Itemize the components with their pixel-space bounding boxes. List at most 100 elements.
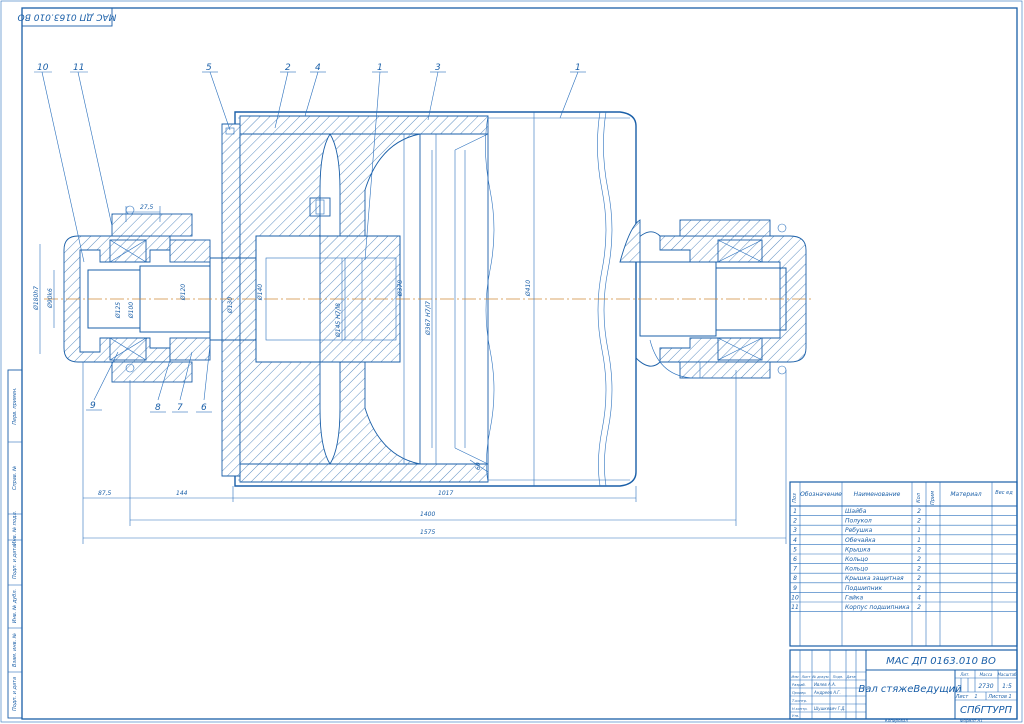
tb-name-checker: Андреев А.Г. bbox=[813, 690, 841, 695]
tb-header-scale: Масштаб bbox=[997, 672, 1017, 677]
dia-130: Ø130 bbox=[227, 297, 234, 314]
spec-row-pos: 2 bbox=[793, 518, 797, 525]
tb-scale: 1:5 bbox=[1002, 683, 1012, 690]
spec-header-weight: Вес ед bbox=[995, 490, 1013, 496]
spec-row-pos: 3 bbox=[793, 527, 797, 534]
dia-90: Ø90k6 bbox=[47, 288, 54, 309]
strip-label-1: Справ. № bbox=[12, 466, 18, 490]
tb-title: Вал стяжеВедущий bbox=[858, 684, 962, 695]
callout-5: 5 bbox=[206, 63, 212, 73]
tb-role-date: Дата bbox=[845, 675, 855, 679]
strip-label-0: Перв. примен. bbox=[12, 387, 18, 425]
strip-label-5: Подп. и дата bbox=[12, 677, 18, 711]
spec-row-name: Кольцо bbox=[845, 556, 868, 563]
dia-125: Ø125 bbox=[115, 302, 122, 319]
drawing-sheet: МАС ДП 0163.010 ВО Перв. примен. Справ. … bbox=[0, 0, 1024, 724]
spec-row-name: Подшипник bbox=[845, 585, 882, 592]
spec-row-pos: 5 bbox=[793, 546, 797, 553]
spec-row-qty: 2 bbox=[917, 518, 921, 525]
dim-144: 144 bbox=[176, 490, 188, 497]
dim-87-5: 87,5 bbox=[98, 490, 112, 497]
spec-header-qty: Кол bbox=[916, 492, 922, 503]
callout-10: 10 bbox=[37, 63, 49, 73]
callout-4: 4 bbox=[315, 63, 321, 73]
tb-role-sheet: Лист bbox=[801, 675, 812, 679]
tb-sheet-label: Лист bbox=[955, 694, 970, 700]
assembly-drawing: МАС ДП 0163.010 ВО Перв. примен. Справ. … bbox=[0, 0, 1023, 723]
tb-header-mass: Масса bbox=[980, 672, 993, 677]
dia-410: Ø410 bbox=[525, 280, 532, 297]
spec-row-pos: 6 bbox=[793, 556, 797, 563]
spec-table: Поз Обозначение Наименование Кол Прим Ма… bbox=[789, 481, 1018, 647]
callout-6: 6 bbox=[201, 403, 207, 413]
dim-27-5: 27,5 bbox=[140, 204, 154, 211]
spec-row-qty: 2 bbox=[917, 604, 921, 611]
dia-180: Ø180h7 bbox=[33, 286, 40, 311]
dim-1400: 1400 bbox=[420, 511, 435, 518]
tb-role-ncontrol: Н.контр. bbox=[792, 707, 808, 711]
callout-3: 3 bbox=[435, 63, 441, 73]
tb-mass: 2730 bbox=[978, 683, 993, 690]
title-block: МАС ДП 0163.010 ВО Вал стяжеВедущий СПбГ… bbox=[789, 649, 1018, 720]
tb-doc-number: МАС ДП 0163.010 ВО bbox=[886, 656, 996, 667]
dia-145: Ø145 H7/l8 bbox=[335, 303, 342, 338]
left-binding-strip: Перв. примен. Справ. № Подп. и дата Инв.… bbox=[7, 369, 23, 719]
spec-header-designation: Обозначение bbox=[800, 491, 842, 498]
callout-8: 8 bbox=[155, 403, 161, 413]
strip-label-3: Инв. № дубл. bbox=[12, 589, 18, 623]
spec-row-pos: 1 bbox=[793, 508, 797, 515]
spec-row-qty: 4 bbox=[917, 594, 921, 601]
tb-sheet-number: 1 bbox=[974, 694, 977, 700]
dim-1017: 1017 bbox=[438, 490, 453, 497]
dia-140: Ø140 bbox=[257, 284, 264, 301]
dia-120: Ø120 bbox=[180, 284, 187, 301]
strip-label-2: Подп. и дата bbox=[12, 545, 18, 579]
bottom-copied: Копировал bbox=[885, 718, 908, 723]
shell-wall-bottom bbox=[239, 463, 489, 483]
spec-row-pos: 7 bbox=[793, 566, 797, 573]
spec-row-name: Гайка bbox=[845, 594, 864, 601]
callout-1b: 1 bbox=[575, 63, 581, 73]
spec-row-pos: 4 bbox=[793, 537, 797, 544]
diameter-labels: Ø180h7 Ø90k6 Ø125 Ø100 Ø120 Ø130 Ø140 Ø1… bbox=[33, 280, 532, 338]
tb-name-developer: Ивлев А.А. bbox=[814, 682, 836, 687]
left-housing-cap bbox=[111, 213, 193, 237]
tb-role-developer: Разраб. bbox=[792, 683, 806, 687]
dia-378: Ø378 bbox=[397, 280, 404, 297]
spec-row-qty: 2 bbox=[917, 556, 921, 563]
spec-row-qty: 2 bbox=[917, 546, 921, 553]
spec-row-qty: 1 bbox=[917, 527, 921, 534]
spec-row-pos: 10 bbox=[791, 594, 799, 601]
tb-header-lit: Лит. bbox=[959, 672, 969, 677]
spec-row-name: Полукол bbox=[845, 518, 872, 525]
tb-name-ncontrol: Шушкевич Г.Д. bbox=[814, 706, 846, 711]
spec-rows: 1 Шайба 2 2 Полукол 2 3 Ребушка 1 4 Обечайка 1 5 Крыш… bbox=[791, 508, 921, 611]
shaft-assembly bbox=[44, 111, 812, 487]
dia-367: Ø367 H7/l7 bbox=[425, 301, 432, 336]
callout-2: 2 bbox=[285, 63, 291, 73]
tb-role-docnum: № докум. bbox=[811, 675, 829, 679]
spec-header-material: Материал bbox=[950, 491, 981, 498]
corner-code-text: МАС ДП 0163.010 ВО bbox=[18, 12, 117, 22]
spec-header-note: Прим bbox=[930, 491, 936, 505]
spec-row-pos: 8 bbox=[793, 575, 797, 582]
strip-label-6: Инв. № подл. bbox=[12, 511, 18, 546]
callout-11: 11 bbox=[73, 63, 84, 73]
bottom-format: Формат А1 bbox=[960, 718, 983, 723]
spec-row-qty: 2 bbox=[917, 585, 921, 592]
spec-row-name: Крышка защитная bbox=[845, 575, 904, 582]
spec-row-pos: 11 bbox=[791, 604, 799, 611]
tb-role-checker: Провер. bbox=[792, 691, 807, 695]
spec-row-pos: 9 bbox=[793, 585, 797, 592]
dim-60: 60 bbox=[475, 462, 482, 470]
tb-sheet-count: Листов 1 bbox=[987, 694, 1011, 700]
callout-7: 7 bbox=[177, 403, 183, 413]
spec-row-name: Корпус подшипника bbox=[845, 604, 910, 611]
spec-row-qty: 1 bbox=[917, 537, 921, 544]
tb-role-change: Изм bbox=[791, 675, 798, 679]
right-housing-cap bbox=[679, 219, 771, 237]
spec-row-name: Обечайка bbox=[845, 537, 876, 544]
strip-label-4: Взам. инв. № bbox=[12, 633, 18, 667]
dim-1575: 1575 bbox=[420, 529, 435, 536]
spec-row-name: Ребушка bbox=[845, 527, 873, 534]
